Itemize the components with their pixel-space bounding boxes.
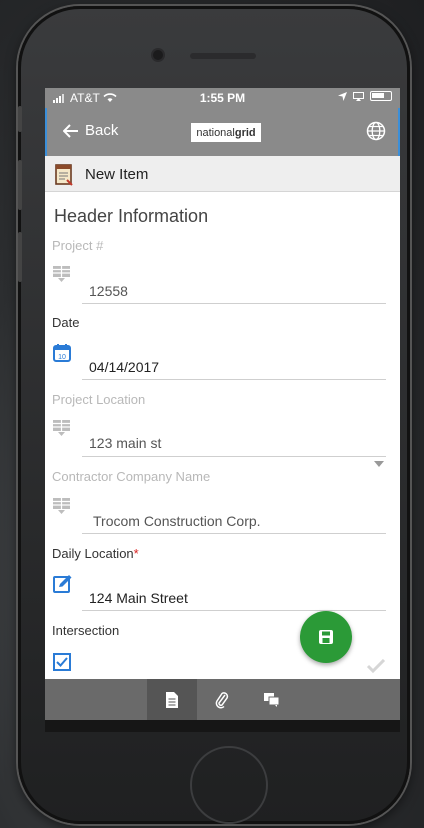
save-icon — [319, 630, 333, 644]
contractor-company-field[interactable]: Trocom Construction Corp. — [93, 513, 261, 529]
tab-document[interactable] — [147, 679, 197, 720]
phone-speaker — [190, 53, 256, 59]
tab-comments[interactable] — [247, 679, 297, 720]
edit-icon — [53, 574, 73, 598]
phone-side-button — [18, 106, 22, 132]
globe-icon — [366, 121, 386, 141]
tab-attachments[interactable] — [197, 679, 247, 720]
status-bar: AT&T 1:55 PM — [45, 88, 400, 108]
project-location-label: Project Location — [52, 392, 146, 407]
field-underline — [82, 456, 386, 457]
daily-location-label: Daily Location* — [52, 546, 139, 561]
contractor-company-label: Contractor Company Name — [52, 469, 211, 484]
phone-camera — [153, 50, 163, 60]
phone-volume-up — [18, 160, 22, 210]
list-icon — [53, 420, 71, 441]
arrow-left-icon — [63, 123, 78, 138]
daily-location-field[interactable]: 124 Main Street — [89, 590, 188, 606]
logo-text-light: national — [196, 126, 235, 139]
screen-bottom-edge — [45, 720, 400, 732]
field-underline — [82, 610, 386, 611]
tab-bar — [45, 679, 400, 720]
location-arrow-icon — [338, 91, 347, 101]
back-label: Back — [85, 122, 119, 139]
home-button[interactable] — [190, 746, 268, 824]
daily-location-label-text: Daily Location — [52, 546, 134, 561]
screen-mirror-icon — [353, 91, 364, 101]
nav-bar: Back national grid — [45, 108, 400, 156]
date-field[interactable]: 04/14/2017 — [89, 359, 159, 375]
field-underline — [82, 303, 386, 304]
svg-text:10: 10 — [58, 354, 66, 361]
list-icon — [53, 266, 71, 287]
brand-logo: national grid — [191, 123, 261, 142]
app-screen: AT&T 1:55 PM Back national grid New Item… — [45, 88, 400, 720]
title-bar: New Item — [45, 156, 400, 192]
comments-icon — [264, 692, 280, 707]
phone-volume-down — [18, 232, 22, 282]
project-number-field[interactable]: 12558 — [89, 283, 128, 299]
project-number-label: Project # — [52, 238, 104, 253]
save-button[interactable] — [300, 611, 352, 663]
back-button[interactable]: Back — [63, 122, 118, 139]
project-location-field[interactable]: 123 main st — [89, 435, 161, 451]
page-title: New Item — [85, 166, 149, 183]
checkbox-icon[interactable] — [53, 653, 71, 676]
logo-text-bold: grid — [234, 126, 256, 139]
chevron-down-icon[interactable] — [374, 461, 384, 467]
check-icon — [366, 658, 386, 678]
battery-icon — [370, 91, 392, 101]
date-label: Date — [52, 315, 80, 330]
list-icon — [53, 498, 71, 519]
paperclip-icon — [215, 691, 229, 708]
required-marker: * — [133, 546, 139, 561]
section-title: Header Information — [54, 206, 209, 226]
field-underline — [82, 379, 386, 380]
status-icons — [338, 91, 392, 101]
field-underline — [82, 533, 386, 534]
globe-button[interactable] — [366, 121, 386, 146]
document-icon — [54, 164, 74, 191]
intersection-label: Intersection — [52, 623, 120, 638]
document-icon — [166, 691, 178, 708]
calendar-icon: 10 — [53, 344, 71, 367]
